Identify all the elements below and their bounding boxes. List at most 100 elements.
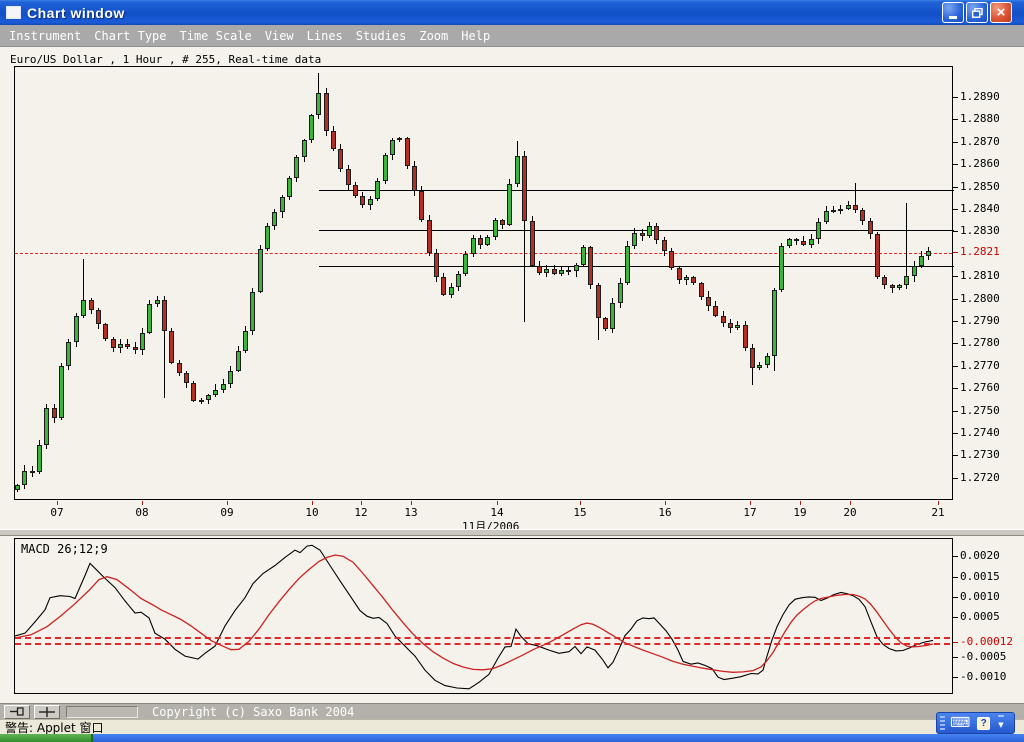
candle <box>213 389 219 396</box>
day-label: 15 <box>573 506 587 519</box>
price-tick <box>953 186 958 188</box>
candle <box>507 184 513 225</box>
candle <box>404 138 410 166</box>
macd-current-value-line <box>15 637 950 640</box>
candle <box>610 303 616 329</box>
day-label: 19 <box>793 506 807 519</box>
keyboard-icon[interactable]: ⌨ <box>950 715 970 731</box>
candle <box>154 299 160 305</box>
candle <box>632 232 638 246</box>
price-label: 1.2740 <box>960 426 1000 439</box>
menu-item-chart-type[interactable]: Chart Type <box>94 29 166 43</box>
help-icon[interactable]: ? <box>977 716 991 730</box>
menu-item-time-scale[interactable]: Time Scale <box>180 29 252 43</box>
menu-item-instrument[interactable]: Instrument <box>9 29 81 43</box>
taskbar-sliver[interactable] <box>0 734 1024 742</box>
price-label: 1.2760 <box>960 381 1000 395</box>
candle <box>147 304 153 333</box>
macd-plot[interactable]: MACD 26;12;9 <box>14 538 953 694</box>
panel-splitter[interactable] <box>0 529 1024 536</box>
trendline[interactable] <box>319 230 954 232</box>
drag-grip-icon[interactable] <box>940 716 945 730</box>
menu-item-studies[interactable]: Studies <box>356 29 407 43</box>
menu-item-view[interactable]: View <box>265 29 294 43</box>
minimize-button[interactable] <box>942 2 964 23</box>
status-bar: 警告: Applet 窗口 <box>0 719 1024 735</box>
candle <box>625 245 631 283</box>
price-label: 1.2780 <box>960 336 1000 350</box>
price-chart-plot[interactable] <box>14 66 954 500</box>
menu-item-help[interactable]: Help <box>461 29 490 43</box>
chart-header: Euro/US Dollar , 1 Hour , # 255, Real-ti… <box>10 53 322 66</box>
candle <box>617 282 623 304</box>
candle <box>676 268 682 281</box>
crosshair-icon <box>39 706 55 717</box>
candle <box>838 208 844 211</box>
close-icon: × <box>996 4 1006 21</box>
crosshair-button[interactable] <box>34 704 60 719</box>
langbar-options-icon[interactable]: ▔ ▼ <box>998 717 1004 729</box>
language-bar[interactable]: ⌨ ? ▔ ▼ <box>936 712 1015 734</box>
candle <box>103 324 109 339</box>
menu-item-zoom[interactable]: Zoom <box>419 29 448 43</box>
current-price-label: 1.2821 <box>960 244 1000 258</box>
candle <box>713 305 719 316</box>
trendline[interactable] <box>319 266 954 267</box>
candle <box>397 138 403 141</box>
candle <box>867 220 873 234</box>
candle <box>845 204 851 209</box>
day-label: 10 <box>305 506 319 519</box>
candle <box>727 323 733 329</box>
candle <box>852 204 858 211</box>
day-label: 12 <box>354 506 368 519</box>
macd-label: 0.0015 <box>960 569 1000 583</box>
candle <box>411 165 417 192</box>
price-tick <box>953 388 958 390</box>
candle <box>286 178 292 198</box>
candle <box>904 276 910 286</box>
price-label: 1.2790 <box>960 314 1000 327</box>
price-label: 1.2860 <box>960 157 1000 171</box>
candle <box>750 347 755 369</box>
candle <box>448 286 454 295</box>
menu-item-lines[interactable]: Lines <box>307 29 343 43</box>
close-button[interactable]: × <box>990 2 1012 23</box>
restore-button[interactable] <box>966 2 988 23</box>
candle <box>117 344 123 349</box>
day-tick <box>938 501 939 505</box>
day-label: 09 <box>220 506 234 519</box>
candle <box>794 239 800 242</box>
price-tick <box>953 164 958 166</box>
candle <box>73 315 79 342</box>
macd-label: 0.0005 <box>960 609 1000 623</box>
copyright-text: Copyright (c) Saxo Bank 2004 <box>152 704 355 719</box>
price-label: 1.2810 <box>960 269 1000 283</box>
price-label: 1.2750 <box>960 403 1000 417</box>
candle <box>801 241 807 245</box>
candle <box>257 248 263 293</box>
start-button-fragment[interactable] <box>0 734 93 742</box>
price-label: 1.2830 <box>960 224 1000 238</box>
candle <box>206 395 212 401</box>
dock-button[interactable] <box>4 704 30 719</box>
candle <box>110 338 116 349</box>
chevron-down-icon: ▼ <box>998 721 1004 729</box>
candle <box>816 222 822 240</box>
price-tick <box>953 119 958 121</box>
candle <box>897 285 902 288</box>
day-label: 13 <box>404 506 418 519</box>
candle <box>720 315 726 324</box>
macd-label: 0.0010 <box>960 589 1000 603</box>
candle <box>301 140 307 158</box>
macd-current-label: -0.00012 <box>960 634 1013 648</box>
candle <box>191 383 197 401</box>
candle <box>470 237 476 255</box>
title-bar[interactable]: Chart window × <box>0 0 1024 25</box>
price-tick <box>953 141 958 143</box>
candle <box>419 191 425 221</box>
candle <box>367 199 373 205</box>
candle <box>786 239 792 246</box>
day-tick <box>312 501 313 505</box>
toolbar-slot[interactable] <box>66 705 138 718</box>
candle <box>889 285 895 289</box>
